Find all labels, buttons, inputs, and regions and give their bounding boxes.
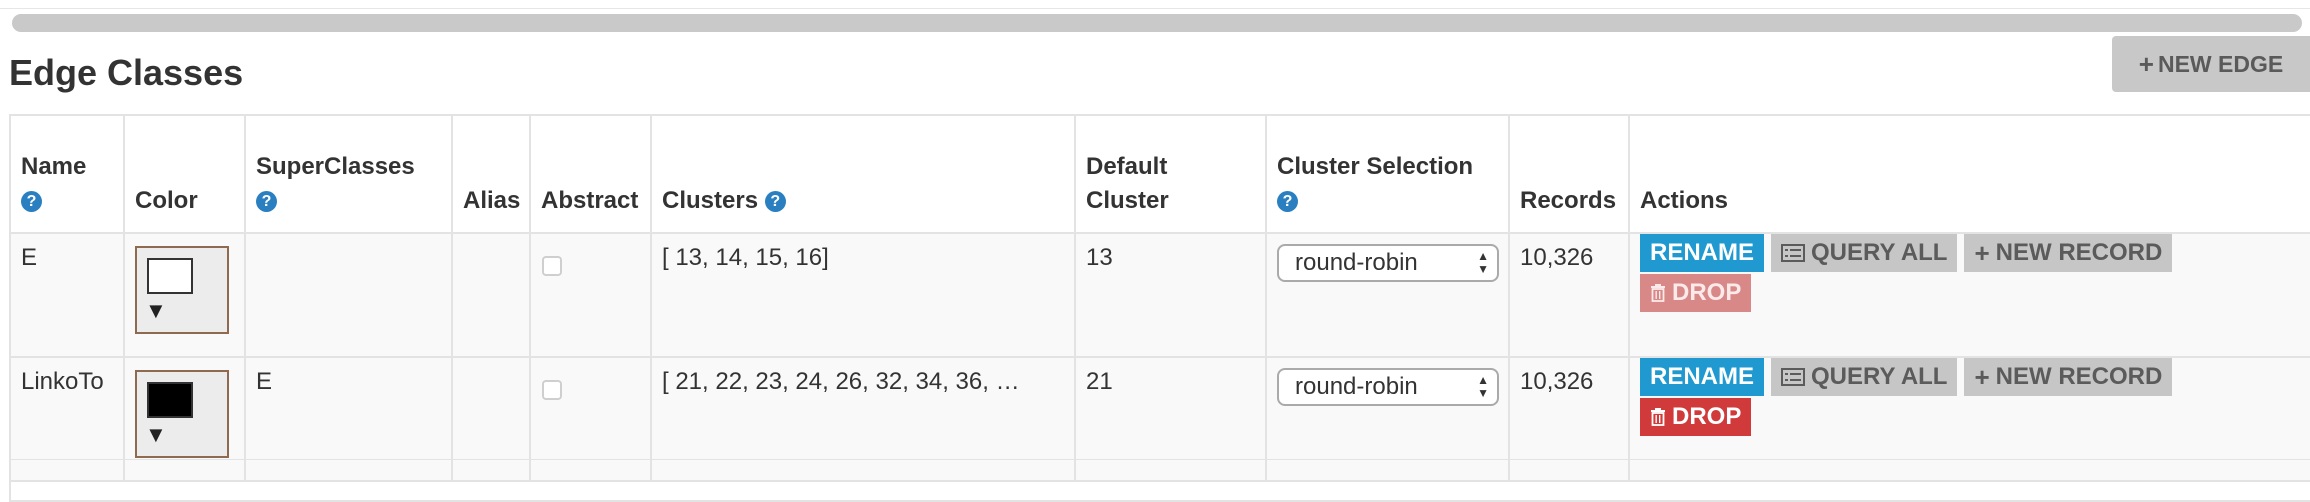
new-record-button[interactable]: + NEW RECORD xyxy=(1964,234,2173,272)
superclasses-cell: E xyxy=(244,356,453,482)
plus-icon: + xyxy=(1974,238,1990,268)
name-header-label: Name xyxy=(21,153,87,180)
new-edge-label: NEW EDGE xyxy=(2157,50,2284,77)
dropdown-arrow-icon: ▼ xyxy=(145,298,167,323)
actions-cell: RENAME QUERY ALL + NEW RECORD DROP xyxy=(1628,356,2310,482)
clusters-cell: [ 21, 22, 23, 24, 26, 32, 34, 36, … xyxy=(650,356,1076,482)
abstract-header-label: Abstract xyxy=(541,187,639,214)
alias-cell xyxy=(451,232,531,358)
column-header-superclasses[interactable]: SuperClasses ? xyxy=(244,114,453,234)
help-icon[interactable]: ? xyxy=(256,191,277,213)
rename-label: RENAME xyxy=(1650,239,1755,266)
alias-header-label: Alias xyxy=(463,187,521,214)
abstract-checkbox[interactable] xyxy=(542,380,562,400)
help-icon[interactable]: ? xyxy=(764,191,786,213)
plus-icon: + xyxy=(2138,49,2154,79)
cluster-selection-value: round-robin xyxy=(1295,373,1418,400)
column-header-records[interactable]: Records xyxy=(1508,114,1630,234)
abstract-checkbox[interactable] xyxy=(542,256,562,276)
trash-icon xyxy=(1651,284,1665,302)
column-header-abstract[interactable]: Abstract xyxy=(529,114,652,234)
cluster-selection-select[interactable]: round-robin ▲ ▼ xyxy=(1277,368,1499,406)
default-cluster-header-line2: Cluster xyxy=(1086,187,1169,214)
default-cluster-cell: 13 xyxy=(1074,232,1267,358)
superclasses-header-label: SuperClasses xyxy=(256,153,415,180)
help-icon[interactable]: ? xyxy=(1277,191,1298,213)
new-record-label: NEW RECORD xyxy=(1995,239,2163,266)
cluster-selection-header-label: Cluster Selection xyxy=(1277,153,1474,180)
plus-icon: + xyxy=(1974,362,1990,392)
table-row: LinkoTo ▼ E [ 21, 22, 23, 24, 26, 32, 34… xyxy=(9,356,2310,482)
color-cell: ▼ xyxy=(123,232,246,358)
dropdown-arrow-icon: ▼ xyxy=(145,422,167,447)
records-header-label: Records xyxy=(1520,187,1617,214)
new-record-label: NEW RECORD xyxy=(1995,363,2163,390)
select-arrows-icon: ▲ ▼ xyxy=(1477,373,1489,400)
table-header-row: Name ? Color SuperClasses ? Alias Abstra… xyxy=(9,114,2310,234)
color-cell: ▼ xyxy=(123,356,246,482)
bottom-divider xyxy=(9,459,2310,460)
cluster-selection-select[interactable]: round-robin ▲ ▼ xyxy=(1277,244,1499,282)
select-arrows-icon: ▲ ▼ xyxy=(1477,249,1489,276)
top-divider xyxy=(0,8,2310,9)
rename-button[interactable]: RENAME xyxy=(1640,358,1765,396)
drop-button[interactable]: DROP xyxy=(1640,274,1752,312)
name-cell: E xyxy=(9,232,125,358)
new-record-button[interactable]: + NEW RECORD xyxy=(1964,358,2173,396)
clusters-cell: [ 13, 14, 15, 16] xyxy=(650,232,1076,358)
records-cell: 10,326 xyxy=(1508,232,1630,358)
color-picker[interactable]: ▼ xyxy=(135,246,229,334)
records-cell: 10,326 xyxy=(1508,356,1630,482)
cluster-selection-cell: round-robin ▲ ▼ xyxy=(1265,232,1510,358)
alias-cell xyxy=(451,356,531,482)
clusters-header-label: Clusters xyxy=(662,187,759,214)
query-all-button[interactable]: QUERY ALL xyxy=(1771,234,1958,272)
abstract-cell xyxy=(529,356,652,482)
drop-label: DROP xyxy=(1672,279,1742,306)
table-row: E ▼ [ 13, 14, 15, 16] 13 round-robin ▲▼ xyxy=(9,232,2310,358)
actions-cell: RENAME QUERY ALL + NEW RECORD DROP xyxy=(1628,232,2310,358)
list-icon xyxy=(1781,368,1806,386)
column-header-default-cluster[interactable]: Default Cluster xyxy=(1074,114,1267,234)
color-swatch xyxy=(147,382,193,418)
query-all-label: QUERY ALL xyxy=(1811,363,1948,390)
column-header-actions: Actions xyxy=(1628,114,2310,234)
column-header-name[interactable]: Name ? xyxy=(9,114,125,234)
drop-label: DROP xyxy=(1672,403,1742,430)
new-edge-button[interactable]: + NEW EDGE xyxy=(2112,36,2310,92)
query-all-button[interactable]: QUERY ALL xyxy=(1771,358,1958,396)
page-title: Edge Classes xyxy=(9,52,244,93)
help-icon[interactable]: ? xyxy=(21,191,42,213)
column-header-clusters[interactable]: Clusters ? xyxy=(650,114,1076,234)
name-cell: LinkoTo xyxy=(9,356,125,482)
default-cluster-cell: 21 xyxy=(1074,356,1267,482)
table-spacer-row xyxy=(9,480,2310,502)
horizontal-scrollbar[interactable] xyxy=(12,14,2302,32)
trash-icon xyxy=(1651,408,1665,426)
superclasses-cell xyxy=(244,232,453,358)
actions-header-label: Actions xyxy=(1640,187,1729,214)
list-icon xyxy=(1781,244,1806,262)
column-header-color[interactable]: Color xyxy=(123,114,246,234)
color-header-label: Color xyxy=(135,187,198,214)
cluster-selection-cell: round-robin ▲ ▼ xyxy=(1265,356,1510,482)
rename-button[interactable]: RENAME xyxy=(1640,234,1765,272)
query-all-label: QUERY ALL xyxy=(1811,239,1948,266)
cluster-selection-value: round-robin xyxy=(1295,249,1418,276)
spacer-cell xyxy=(9,480,2310,502)
color-picker[interactable]: ▼ xyxy=(135,370,229,458)
column-header-cluster-selection[interactable]: Cluster Selection ? xyxy=(1265,114,1510,234)
color-swatch xyxy=(147,258,193,294)
drop-button[interactable]: DROP xyxy=(1640,398,1752,436)
column-header-alias[interactable]: Alias xyxy=(451,114,531,234)
abstract-cell xyxy=(529,232,652,358)
edge-classes-table: Name ? Color SuperClasses ? Alias Abstra… xyxy=(9,114,2310,502)
rename-label: RENAME xyxy=(1650,363,1755,390)
default-cluster-header-line1: Default xyxy=(1086,153,1168,180)
